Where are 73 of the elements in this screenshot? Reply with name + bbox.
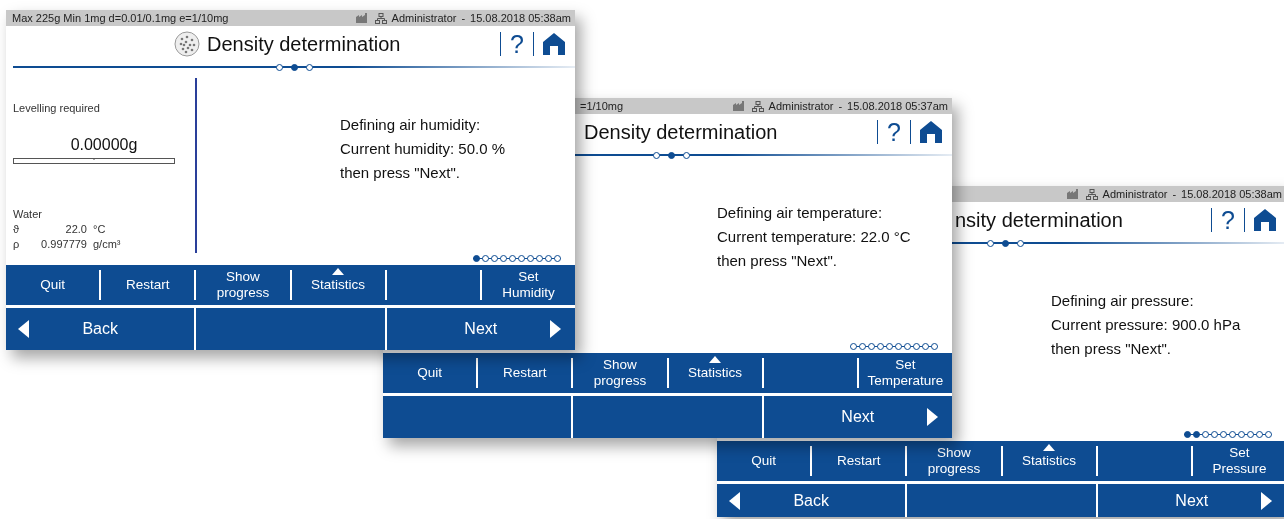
function-key[interactable]: Show progress	[923, 445, 985, 477]
back-button[interactable]: Back	[6, 308, 195, 350]
caret-icon	[332, 268, 345, 275]
left-triangle-icon	[18, 320, 29, 338]
instruction-text: Defining air pressure:	[1051, 292, 1195, 309]
function-key[interactable]: Restart	[833, 453, 885, 469]
instruction-text: then press "Next".	[717, 252, 838, 269]
help-button[interactable]: ?	[887, 117, 901, 147]
function-key[interactable]: Set Pressure	[1208, 445, 1271, 477]
scale-specs: Max 225g Min 1mg d=0.01/0.1mg e=1/10mg	[12, 12, 229, 24]
next-button[interactable]: Next	[763, 396, 952, 438]
factory-icon	[355, 13, 370, 23]
user-name: Administrator	[1102, 188, 1168, 200]
function-key[interactable]: Restart	[122, 277, 174, 293]
page-title: nsity determination	[955, 208, 1123, 232]
density-icon	[174, 31, 200, 57]
unit-text: g/cm³	[93, 238, 121, 250]
right-triangle-icon	[550, 320, 561, 338]
scale-specs: =1/10mg	[580, 100, 624, 112]
home-icon[interactable]	[1254, 209, 1276, 231]
function-key[interactable]: Restart	[499, 365, 551, 381]
help-button[interactable]: ?	[510, 29, 524, 59]
function-key[interactable]: Quit	[747, 453, 780, 469]
function-key[interactable]: Statistics	[307, 277, 370, 293]
instruction-text: Defining air humidity:	[340, 116, 482, 133]
function-key[interactable]: Show progress	[212, 269, 274, 301]
factory-icon	[1066, 189, 1081, 199]
function-key[interactable]: Quit	[36, 277, 69, 293]
function-key[interactable]: Quit	[413, 365, 446, 381]
weight-reading: 0.00000g	[70, 136, 138, 154]
next-button[interactable]: Next	[386, 308, 575, 350]
date-time: 15.08.2018 05:37am	[847, 100, 948, 112]
next-button[interactable]: Next	[1097, 484, 1284, 517]
reading-value: 22.0	[64, 223, 87, 235]
factory-icon	[732, 101, 747, 111]
left-triangle-icon	[729, 491, 740, 510]
date-time: 15.08.2018 05:38am	[1181, 188, 1282, 200]
function-key[interactable]: Statistics	[684, 365, 747, 381]
separator-text: -	[461, 12, 466, 24]
home-icon[interactable]	[920, 121, 942, 143]
instruction-text: Current humidity: 50.0 %	[340, 140, 506, 157]
page-title: Density determination	[207, 32, 401, 56]
separator-text: -	[1172, 188, 1177, 200]
function-key[interactable]: Set Temperature	[863, 357, 948, 389]
levelling-notice: Levelling required	[13, 102, 101, 114]
reading-value: 0.997779	[40, 238, 87, 250]
symbol-text: ϑ	[13, 223, 20, 235]
help-button[interactable]: ?	[1221, 205, 1235, 235]
unit-text: °C	[93, 223, 106, 235]
network-icon	[1085, 188, 1098, 200]
function-key[interactable]: Show progress	[589, 357, 651, 389]
instruction-text: Current pressure: 900.0 hPa	[1051, 316, 1241, 333]
function-key[interactable]: Statistics	[1018, 453, 1081, 469]
function-key[interactable]: Set Humidity	[498, 269, 559, 301]
instruction-text: then press "Next".	[1051, 340, 1172, 357]
user-name: Administrator	[768, 100, 834, 112]
network-icon	[374, 12, 387, 24]
separator-text: -	[838, 100, 843, 112]
date-time: 15.08.2018 05:38am	[470, 12, 571, 24]
instruction-text: Defining air temperature:	[717, 204, 884, 221]
liquid-name: Water	[13, 208, 43, 220]
user-name: Administrator	[391, 12, 457, 24]
back-button[interactable]: Back	[717, 484, 906, 517]
right-triangle-icon	[1261, 491, 1272, 510]
network-icon	[751, 100, 764, 112]
right-triangle-icon	[927, 408, 938, 426]
instruction-text: Current temperature: 22.0 °C	[717, 228, 911, 245]
instruction-text: then press "Next".	[340, 164, 461, 181]
caret-icon	[709, 356, 722, 363]
page-title: Density determination	[584, 120, 778, 144]
home-icon[interactable]	[543, 33, 565, 55]
symbol-text: ρ	[13, 238, 21, 250]
caret-icon	[1043, 444, 1056, 451]
